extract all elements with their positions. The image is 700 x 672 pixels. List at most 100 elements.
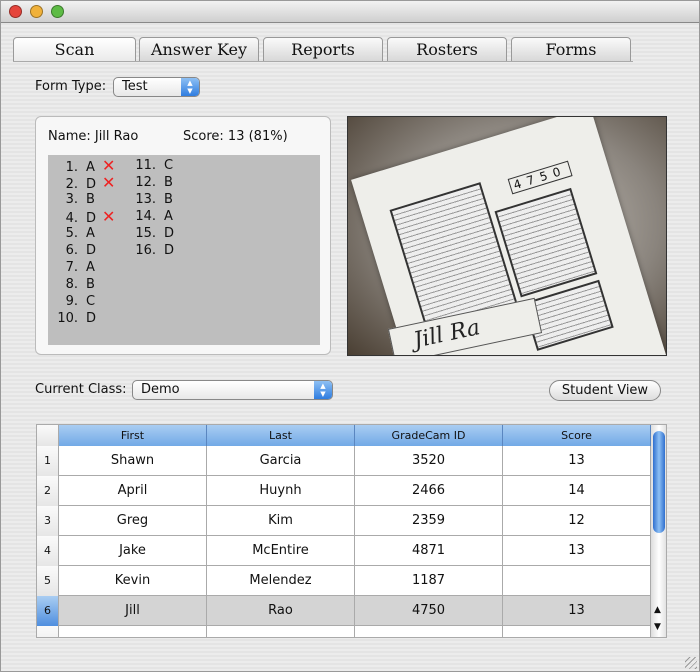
question-number: 5. [65,226,78,241]
answer-item: 5. A [48,225,102,242]
scan-result-panel: Name: Jill Rao Score: 13 (81%) 1. A ✕ 2. D ✕ 3… [35,116,331,355]
roster-table[interactable]: 1 Shawn Garcia 3520 13 2 April Huynh 2466 14 3 Greg… [36,424,667,638]
cell-id[interactable]: 2466 [355,476,503,506]
table-row[interactable]: 2 April Huynh 2466 14 [37,476,651,506]
scrollbar-thumb[interactable] [653,431,665,533]
answer-letter: A [164,209,173,224]
cell-first[interactable]: April [59,476,207,506]
cell-first[interactable]: Greg [59,506,207,536]
cell-score[interactable]: 13 [503,446,651,476]
question-number: 3. [65,192,78,207]
answer-letter: C [86,294,96,309]
answer-item: 10. D [48,310,102,327]
cell-score[interactable] [503,626,651,637]
answer-list: 1. A ✕ 2. D ✕ 3. B 4. D ✕ 5. A 6. D 7. A 8. B 9. C 10. D 11. C 12… [48,155,320,345]
cell-score[interactable] [503,566,651,596]
answer-letter: D [86,311,97,326]
cell-first[interactable]: Kevin [59,566,207,596]
table-row[interactable]: 4 Jake McEntire 4871 13 [37,536,651,566]
answer-item: 16. D [126,242,180,259]
answer-letter: A [86,226,95,241]
cell-id[interactable]: 4871 [355,536,503,566]
answer-letter: B [86,277,95,292]
question-number: 15. [135,226,156,241]
cell-last[interactable]: McEntire [207,536,355,566]
answer-letter: A [86,260,95,275]
cell-score[interactable]: 13 [503,596,651,626]
student-name: Name: Jill Rao [48,129,139,144]
answer-item: 1. A ✕ [48,157,116,175]
question-number: 9. [65,294,78,309]
table-row[interactable] [37,626,651,637]
cell-last[interactable]: Melendez [207,566,355,596]
cell-first[interactable]: Jill [59,596,207,626]
row-number: 4 [37,536,59,566]
zoom-button[interactable] [51,5,64,18]
scroll-down-arrow-icon[interactable]: ▼ [654,622,661,632]
form-type-label: Form Type: [35,79,107,94]
tab-scan[interactable]: Scan [13,37,136,62]
answer-item: 13. B [126,191,180,208]
question-number: 11. [135,158,156,173]
cell-id[interactable]: 4750 [355,596,503,626]
row-number: 3 [37,506,59,536]
row-number: 2 [37,476,59,506]
table-row[interactable]: 3 Greg Kim 2359 12 [37,506,651,536]
incorrect-x-icon: ✕ [102,173,116,192]
minimize-button[interactable] [30,5,43,18]
cell-last[interactable] [207,626,355,637]
table-row[interactable]: 1 Shawn Garcia 3520 13 [37,446,651,476]
column-header-gradecam-id[interactable]: GradeCam ID [355,425,503,446]
corner-header [37,425,59,446]
answer-letter: B [86,192,95,207]
answer-item: 9. C [48,293,102,310]
cell-score[interactable]: 12 [503,506,651,536]
answer-letter: D [164,243,175,258]
tab-forms[interactable]: Forms [511,37,631,61]
cell-last[interactable]: Huynh [207,476,355,506]
answer-item: 15. D [126,225,180,242]
cell-first[interactable]: Shawn [59,446,207,476]
tab-answer-key[interactable]: Answer Key [139,37,259,61]
table-row[interactable]: 5 Kevin Melendez 1187 [37,566,651,596]
current-class-select[interactable]: Demo ▲ ▼ [132,380,333,400]
cell-last[interactable]: Rao [207,596,355,626]
cell-score[interactable]: 13 [503,536,651,566]
tab-rosters[interactable]: Rosters [387,37,507,61]
column-header-last[interactable]: Last [207,425,355,446]
cell-id[interactable]: 3520 [355,446,503,476]
question-number: 8. [65,277,78,292]
vertical-scrollbar[interactable]: ▲ ▼ [651,425,666,637]
answer-item: 6. D [48,242,102,259]
table-row[interactable]: 6 Jill Rao 4750 13 [37,596,651,626]
app-window: Scan Answer Key Reports Rosters Forms Form T… [0,0,700,672]
question-number: 12. [135,175,156,190]
answer-letter: D [164,226,175,241]
scroll-up-arrow-icon[interactable]: ▲ [654,605,661,615]
question-number: 10. [57,311,78,326]
tab-reports[interactable]: Reports [263,37,383,61]
column-header-score[interactable]: Score [503,425,651,446]
answer-item: 3. B [48,191,102,208]
row-number: 1 [37,446,59,476]
cell-score[interactable]: 14 [503,476,651,506]
question-number: 14. [135,209,156,224]
close-button[interactable] [9,5,22,18]
column-header-first[interactable]: First [59,425,207,446]
row-number: 5 [37,566,59,596]
cell-id[interactable]: 1187 [355,566,503,596]
form-type-select[interactable]: Test ▲ ▼ [113,77,200,97]
row-number: 6 [37,596,59,626]
cell-last[interactable]: Garcia [207,446,355,476]
student-view-button[interactable]: Student View [549,380,661,401]
cell-last[interactable]: Kim [207,506,355,536]
resize-grip[interactable] [685,657,697,669]
cell-first[interactable]: Jake [59,536,207,566]
cell-id[interactable]: 2359 [355,506,503,536]
answer-letter: B [164,175,173,190]
cell-first[interactable] [59,626,207,637]
cell-id[interactable] [355,626,503,637]
student-score: Score: 13 (81%) [183,129,288,144]
answer-letter: C [164,158,174,173]
answer-item: 8. B [48,276,102,293]
